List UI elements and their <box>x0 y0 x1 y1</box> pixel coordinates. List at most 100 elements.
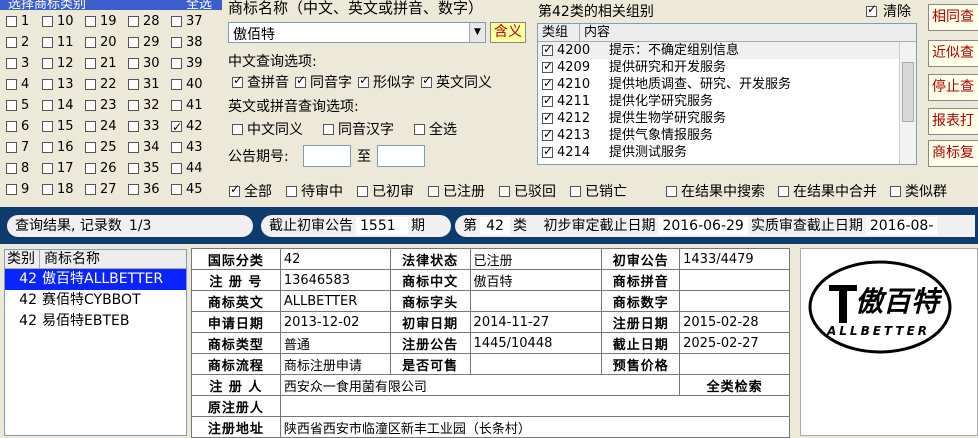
class-check-icon[interactable] <box>171 117 182 138</box>
checkbox-icon[interactable] <box>357 185 368 197</box>
checkbox-icon[interactable] <box>421 73 432 88</box>
class-checkbox-2[interactable]: 2 <box>6 32 29 53</box>
class-check-icon[interactable] <box>128 142 139 153</box>
class-checkbox-45[interactable]: 45 <box>171 179 203 200</box>
class-check-icon[interactable] <box>85 16 96 27</box>
group-check-icon[interactable] <box>542 109 553 126</box>
status-option[interactable]: 已初审 <box>357 181 414 201</box>
class-checkbox-15[interactable]: 15 <box>42 116 74 137</box>
result-filter-option[interactable]: 类似群 <box>890 181 947 201</box>
checkbox-icon[interactable] <box>499 185 510 197</box>
class-check-icon[interactable] <box>171 163 182 174</box>
select-all-label[interactable]: 全选 <box>186 0 212 10</box>
class-check-icon[interactable] <box>42 16 53 27</box>
class-check-icon[interactable] <box>85 100 96 111</box>
class-check-icon[interactable] <box>85 79 96 90</box>
class-check-icon[interactable] <box>6 121 17 132</box>
class-check-icon[interactable] <box>128 163 139 174</box>
status-option[interactable]: 已销亡 <box>570 181 627 201</box>
class-check-icon[interactable] <box>171 100 182 111</box>
contain-button[interactable]: 含义 <box>490 22 526 43</box>
cn-option[interactable]: 形似字 <box>358 72 415 92</box>
en-option[interactable]: 同音汉字 <box>323 119 394 139</box>
dropdown-arrow-icon[interactable]: ▼ <box>469 23 485 42</box>
group-row[interactable]: 4209 提供研究和开发服务 <box>538 58 916 76</box>
group-check-icon[interactable] <box>542 126 553 143</box>
checkbox-icon[interactable] <box>232 123 243 135</box>
result-filter-option[interactable]: 在结果中搜索 <box>666 181 765 201</box>
flow-value[interactable]: 商标注册申请 <box>279 353 391 375</box>
checkbox-icon[interactable] <box>778 185 789 197</box>
group-check-icon[interactable] <box>542 143 553 160</box>
class-checkbox-28[interactable]: 28 <box>128 11 160 32</box>
checkbox-icon[interactable] <box>890 185 901 197</box>
en-option[interactable]: 全选 <box>414 119 457 139</box>
clear-check-icon[interactable] <box>866 2 877 17</box>
class-check-icon[interactable] <box>42 79 53 90</box>
group-row[interactable]: 4210 提供地质调查、研究、开发服务 <box>538 75 916 93</box>
class-check-icon[interactable] <box>128 184 139 195</box>
class-checkbox-26[interactable]: 26 <box>85 158 117 179</box>
class-check-icon[interactable] <box>6 58 17 69</box>
class-check-icon[interactable] <box>128 79 139 90</box>
cn-option[interactable]: 查拼音 <box>232 72 289 92</box>
class-checkbox-37[interactable]: 37 <box>171 11 203 32</box>
en-option[interactable]: 中文同义 <box>232 119 303 139</box>
result-row[interactable]: 42 傲百特ALLBETTER <box>5 269 186 290</box>
group-row[interactable]: 4212 提供生物学研究服务 <box>538 109 916 127</box>
class-checkbox-35[interactable]: 35 <box>128 158 160 179</box>
right-button-2[interactable]: 近似查 <box>928 40 978 67</box>
class-checkbox-40[interactable]: 40 <box>171 74 203 95</box>
class-checkbox-23[interactable]: 23 <box>85 95 117 116</box>
class-checkbox-44[interactable]: 44 <box>171 158 203 179</box>
class-check-icon[interactable] <box>171 37 182 48</box>
class-checkbox-33[interactable]: 33 <box>128 116 160 137</box>
class-checkbox-14[interactable]: 14 <box>42 95 74 116</box>
cn-option[interactable]: 英文同义 <box>421 72 492 92</box>
class-check-icon[interactable] <box>42 121 53 132</box>
checkbox-icon[interactable] <box>323 123 334 135</box>
cn-option[interactable]: 同音字 <box>295 72 352 92</box>
class-check-icon[interactable] <box>6 142 17 153</box>
class-check-icon[interactable] <box>85 121 96 132</box>
class-checkbox-16[interactable]: 16 <box>42 137 74 158</box>
class-checkbox-36[interactable]: 36 <box>128 179 160 200</box>
class-check-icon[interactable] <box>128 37 139 48</box>
right-button-1[interactable]: 相同查 <box>928 4 978 31</box>
class-check-icon[interactable] <box>42 100 53 111</box>
class-check-icon[interactable] <box>171 16 182 27</box>
result-row[interactable]: 42 易佰特EBTEB <box>5 311 186 332</box>
group-check-icon[interactable] <box>542 58 553 75</box>
group-row[interactable]: 4211 提供化学研究服务 <box>538 92 916 110</box>
class-check-icon[interactable] <box>42 58 53 69</box>
class-check-icon[interactable] <box>171 142 182 153</box>
result-row[interactable]: 42 赛佰特CYBBOT <box>5 290 186 311</box>
class-check-icon[interactable] <box>85 163 96 174</box>
group-row[interactable]: 4213 提供气象情报服务 <box>538 126 916 144</box>
class-checkbox-38[interactable]: 38 <box>171 32 203 53</box>
right-button-4[interactable]: 报表打 <box>928 108 978 135</box>
full-search-button[interactable]: 全类检索 <box>679 374 790 396</box>
group-check-icon[interactable] <box>542 75 553 92</box>
class-check-icon[interactable] <box>128 121 139 132</box>
class-check-icon[interactable] <box>6 184 17 195</box>
checkbox-icon[interactable] <box>666 185 677 197</box>
class-checkbox-32[interactable]: 32 <box>128 95 160 116</box>
class-checkbox-22[interactable]: 22 <box>85 74 117 95</box>
checkbox-icon[interactable] <box>232 73 243 88</box>
period-to-input[interactable] <box>377 145 425 167</box>
class-checkbox-9[interactable]: 9 <box>6 179 29 200</box>
class-checkbox-12[interactable]: 12 <box>42 53 74 74</box>
class-checkbox-7[interactable]: 7 <box>6 137 29 158</box>
group-check-icon[interactable] <box>542 41 553 58</box>
class-checkbox-11[interactable]: 11 <box>42 32 74 53</box>
class-check-icon[interactable] <box>171 79 182 90</box>
class-check-icon[interactable] <box>6 100 17 111</box>
class-check-icon[interactable] <box>85 58 96 69</box>
checkbox-icon[interactable] <box>570 185 581 197</box>
status-option[interactable]: 已驳回 <box>499 181 556 201</box>
class-checkbox-5[interactable]: 5 <box>6 95 29 116</box>
result-filter-option[interactable]: 在结果中合并 <box>778 181 877 201</box>
class-checkbox-25[interactable]: 25 <box>85 137 117 158</box>
class-checkbox-13[interactable]: 13 <box>42 74 74 95</box>
